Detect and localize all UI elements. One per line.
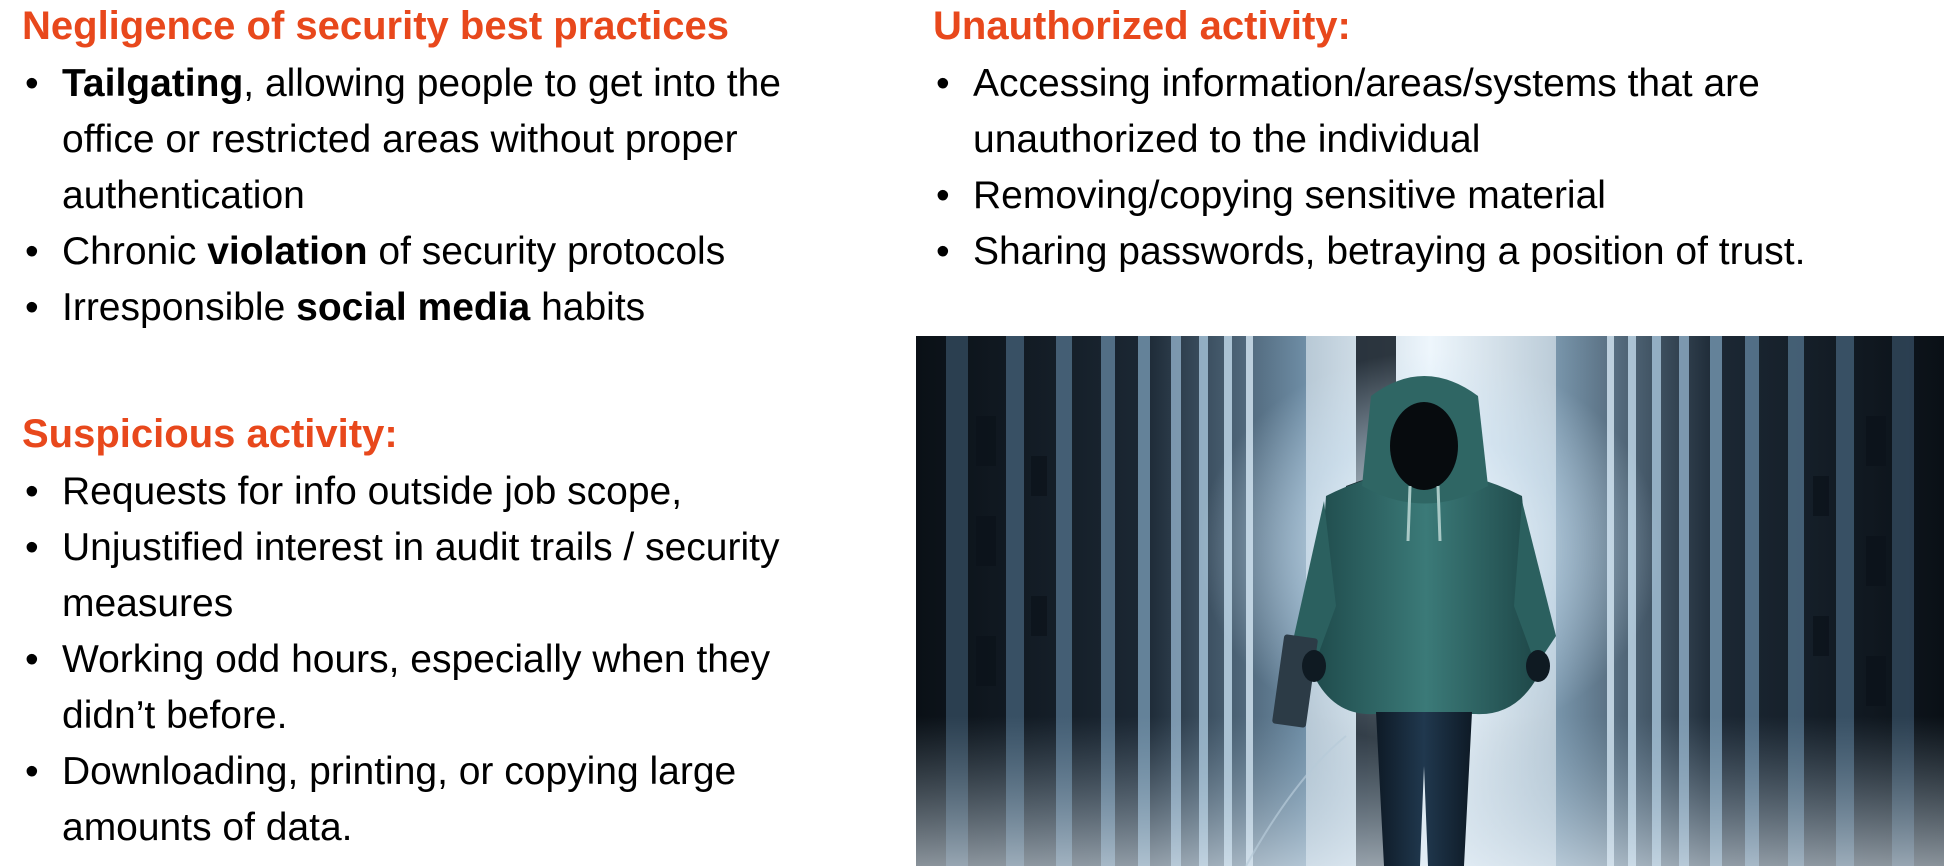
suspicious-heading: Suspicious activity: bbox=[22, 412, 398, 456]
list-item: Accessing information/areas/systems that… bbox=[933, 56, 1933, 168]
list-item: Tailgating, allowing people to get into … bbox=[22, 56, 822, 224]
hooded-figure-photo bbox=[916, 336, 1944, 866]
list-item-bold: violation bbox=[207, 230, 368, 273]
list-item-text: Irresponsible bbox=[62, 286, 297, 329]
list-item: Chronic violation of security protocols bbox=[22, 224, 822, 280]
suspicious-list: Requests for info outside job scope, Unj… bbox=[22, 464, 822, 856]
list-item-bold: social media bbox=[296, 286, 531, 329]
list-item: Removing/copying sensitive material bbox=[933, 168, 1933, 224]
list-item-text: Chronic bbox=[62, 230, 208, 273]
unauthorized-list: Accessing information/areas/systems that… bbox=[933, 56, 1933, 280]
list-item-text: of security protocols bbox=[367, 230, 726, 273]
negligence-heading: Negligence of security best practices bbox=[22, 4, 729, 48]
list-item: Downloading, printing, or copying large … bbox=[22, 744, 822, 856]
list-item: Irresponsible social media habits bbox=[22, 280, 822, 336]
list-item: Unjustified interest in audit trails / s… bbox=[22, 520, 822, 632]
list-item-text: habits bbox=[530, 286, 646, 329]
list-item: Sharing passwords, betraying a position … bbox=[933, 224, 1933, 280]
list-item: Requests for info outside job scope, bbox=[22, 464, 822, 520]
unauthorized-heading: Unauthorized activity: bbox=[933, 4, 1351, 48]
list-item: Working odd hours, especially when they … bbox=[22, 632, 822, 744]
negligence-list: Tailgating, allowing people to get into … bbox=[22, 56, 822, 336]
list-item-bold: Tailgating bbox=[62, 62, 244, 105]
